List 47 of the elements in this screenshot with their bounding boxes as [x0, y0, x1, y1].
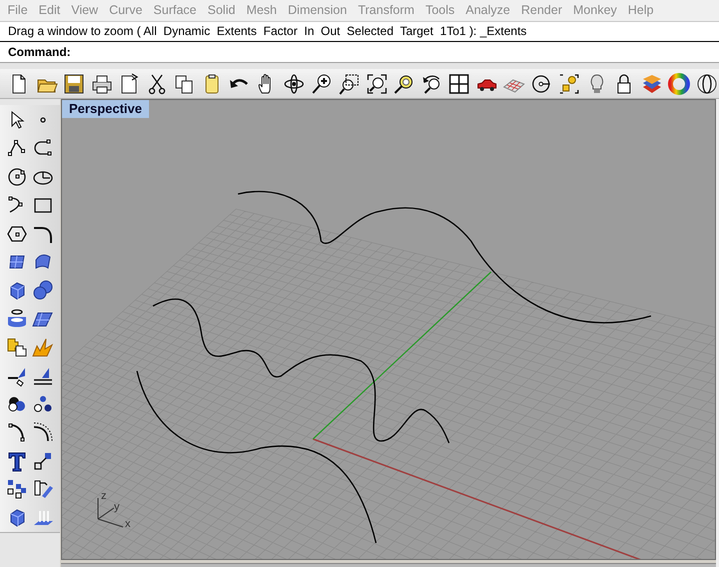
menu-item[interactable]: Surface	[148, 1, 202, 20]
printer-icon[interactable]	[90, 72, 112, 94]
layers-icon[interactable]	[640, 72, 662, 94]
zoom-window-icon[interactable]	[338, 72, 360, 94]
menu-item[interactable]: Dimension	[282, 1, 352, 20]
menu-item[interactable]: Monkey	[568, 1, 622, 20]
circle-point-icon[interactable]	[530, 72, 552, 94]
offset-curve-icon[interactable]	[32, 421, 54, 444]
menu-item[interactable]: View	[66, 1, 104, 20]
zoom-extents-icon[interactable]	[366, 72, 388, 94]
axis-label: z	[101, 490, 106, 502]
zoom-in-icon[interactable]	[310, 72, 332, 94]
axis-widget-drawing	[98, 498, 124, 528]
axis-label: x	[125, 518, 130, 530]
copy-icon[interactable]	[173, 72, 195, 94]
color-wheel-icon[interactable]	[668, 72, 690, 94]
menu-item[interactable]: Mesh	[240, 1, 282, 20]
text-icon[interactable]	[6, 450, 28, 472]
cylinder-icon[interactable]	[6, 308, 28, 330]
viewport-title[interactable]: Perspective	[62, 100, 149, 118]
axis-label: y	[114, 501, 120, 513]
menu-item[interactable]: Render	[516, 1, 568, 20]
puzzle-icon[interactable]	[6, 336, 28, 358]
menu-item[interactable]: Curve	[104, 1, 148, 20]
four-viewports-icon[interactable]	[448, 72, 470, 94]
menu-item[interactable]: Edit	[33, 1, 66, 20]
array-icon[interactable]	[6, 478, 28, 500]
spheres-icon[interactable]	[32, 279, 54, 302]
command-history: Drag a window to zoom ( All Dynamic Extents Factor In Out Selected Target 1To1 ): _Extents	[0, 22, 719, 42]
rotate-icon[interactable]	[283, 72, 305, 94]
explosion-icon[interactable]	[32, 336, 54, 358]
zoom-selected-icon[interactable]	[393, 72, 415, 94]
menu-item[interactable]: File	[2, 1, 34, 20]
save-icon[interactable]	[63, 72, 85, 94]
curve-edit-icon[interactable]	[6, 421, 28, 444]
command-prompt: Command:	[7, 44, 71, 61]
shapes-icon[interactable]	[558, 72, 580, 94]
viewport[interactable]: Perspective z y x	[61, 99, 716, 560]
sphere-icon[interactable]	[696, 72, 718, 94]
menu-item[interactable]: Solid	[202, 1, 241, 20]
undo-view-icon[interactable]	[420, 72, 442, 94]
menu-item[interactable]: Tools	[420, 1, 460, 20]
move-icon[interactable]	[32, 478, 54, 500]
menu-item[interactable]: Help	[622, 1, 660, 20]
circle-icon[interactable]	[6, 166, 28, 188]
menu-item[interactable]: Analyze	[460, 1, 516, 20]
menu-item[interactable]: Transform	[352, 1, 420, 20]
